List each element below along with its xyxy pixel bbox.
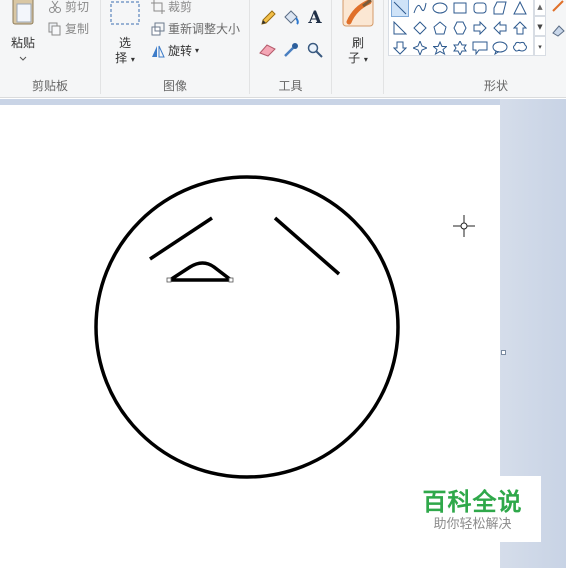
shape-line[interactable] (391, 0, 409, 17)
shape-rect-callout[interactable] (471, 39, 489, 57)
shapes-gallery (388, 0, 534, 56)
crop-label: 裁剪 (168, 0, 193, 14)
shape-four-point-star[interactable] (411, 39, 429, 57)
select-label-text: 择 (115, 51, 128, 65)
watermark: 百科全说 助你轻松解决 (404, 476, 541, 542)
shape-pentagon[interactable] (431, 19, 449, 37)
pencil-icon (261, 10, 276, 25)
chevron-down-icon: ▾ (363, 55, 368, 64)
eraser-tool[interactable] (258, 40, 278, 60)
gallery-expand[interactable]: ▾ (534, 36, 546, 56)
brushes-label-text: 子 (348, 51, 361, 65)
right-brow (273, 216, 341, 276)
shape-right-arrow[interactable] (471, 19, 489, 37)
clipboard-group: 粘贴 剪切 复制 剪贴板 (0, 0, 100, 98)
selection-rect-icon (110, 1, 140, 25)
shape-down-arrow[interactable] (391, 39, 409, 57)
shape-five-point-star[interactable] (431, 39, 449, 57)
shape-up-arrow[interactable] (511, 19, 529, 37)
eraser-icon (259, 44, 276, 57)
crop-icon (151, 0, 165, 14)
clipboard-group-label: 剪贴板 (31, 79, 68, 93)
shape-polygon[interactable] (491, 0, 509, 17)
rotate-button[interactable]: 旋转 ▾ (151, 42, 199, 59)
ribbon: 粘贴 剪切 复制 剪贴板 选 择 ▾ 裁剪 重新调整大小 旋转 ▾ 图像 A 工… (0, 0, 566, 98)
image-group: 选 择 ▾ 裁剪 重新调整大小 旋转 ▾ 图像 (101, 0, 249, 98)
text-tool[interactable]: A (305, 8, 325, 28)
copy-icon (48, 22, 61, 35)
shape-rectangle[interactable] (451, 0, 469, 17)
rotate-icon (152, 45, 165, 57)
pencil-tool[interactable] (258, 8, 278, 28)
shape-six-point-star[interactable] (451, 39, 469, 57)
shape-hexagon[interactable] (451, 19, 469, 37)
color-picker-tool[interactable] (281, 40, 301, 60)
paste-button[interactable]: 粘贴 (6, 0, 40, 66)
brushes-group: 刷 子 ▾ (332, 0, 382, 98)
shape-triangle[interactable] (511, 0, 529, 17)
brushes-button[interactable]: 刷 子 ▾ (338, 0, 378, 70)
canvas-resize-handle[interactable] (501, 350, 506, 355)
shape-right-triangle[interactable] (391, 19, 409, 37)
gallery-scroll-up[interactable]: ▲ (534, 0, 546, 16)
gallery-scroll-down[interactable]: ▼ (534, 16, 546, 36)
chevron-down-icon (19, 56, 27, 61)
eyedropper-icon (284, 43, 298, 57)
text-icon: A (308, 8, 322, 28)
paste-label: 粘贴 (10, 36, 35, 50)
copy-button[interactable]: 复制 (48, 20, 89, 37)
select-label-bottom: 择 ▾ (107, 51, 143, 67)
shapes-group: ▲ ▼ ▾ 形状 (384, 0, 566, 98)
rotate-label: 旋转 (168, 44, 193, 58)
face-circle (94, 175, 400, 479)
shape-curve[interactable] (411, 0, 429, 17)
image-group-label: 图像 (162, 79, 187, 93)
shape-diamond[interactable] (411, 19, 429, 37)
magnifier-tool[interactable] (305, 40, 325, 60)
brushes-label-top: 刷 (351, 36, 364, 50)
shape-oval[interactable] (431, 0, 449, 17)
fill-tool[interactable] (281, 8, 301, 28)
brush-icon (342, 0, 374, 27)
selection-handle[interactable] (228, 277, 234, 283)
resize-label: 重新调整大小 (168, 22, 241, 36)
chevron-down-icon: ▾ (195, 46, 200, 55)
cut-label: 剪切 (65, 0, 90, 14)
shape-cloud-callout[interactable] (511, 39, 529, 57)
watermark-subtitle: 助你轻松解决 (433, 517, 512, 532)
fill-shape-tool[interactable] (548, 20, 566, 40)
copy-label: 复制 (65, 22, 90, 36)
shape-left-arrow[interactable] (491, 19, 509, 37)
chevron-down-icon: ▾ (130, 55, 135, 64)
resize-icon (151, 22, 165, 35)
resize-button[interactable]: 重新调整大小 (151, 20, 240, 37)
crosshair-cursor-icon (453, 215, 475, 237)
fill-icon (552, 25, 565, 37)
left-brow (149, 216, 213, 261)
watermark-title: 百科全说 (422, 488, 523, 516)
tools-group-label: 工具 (278, 79, 303, 93)
outline-tool[interactable] (548, 0, 566, 16)
clipboard-icon (12, 0, 34, 25)
shape-rounded-rectangle[interactable] (471, 0, 489, 17)
select-button[interactable]: 选 择 ▾ (107, 0, 143, 68)
cut-button[interactable]: 剪切 (48, 0, 89, 15)
outline-icon (552, 0, 564, 12)
eye-shape (168, 261, 233, 282)
brushes-label-bottom: 子 ▾ (338, 51, 378, 67)
selection-handle[interactable] (166, 277, 172, 283)
shape-oval-callout[interactable] (491, 39, 509, 57)
paint-bucket-icon (284, 10, 299, 25)
crop-button[interactable]: 裁剪 (151, 0, 192, 15)
shapes-group-label: 形状 (483, 79, 508, 93)
scissors-icon (49, 0, 61, 13)
magnifier-icon (307, 42, 323, 58)
select-label-top: 选 (118, 36, 131, 50)
tools-group: A 工具 (250, 0, 331, 98)
